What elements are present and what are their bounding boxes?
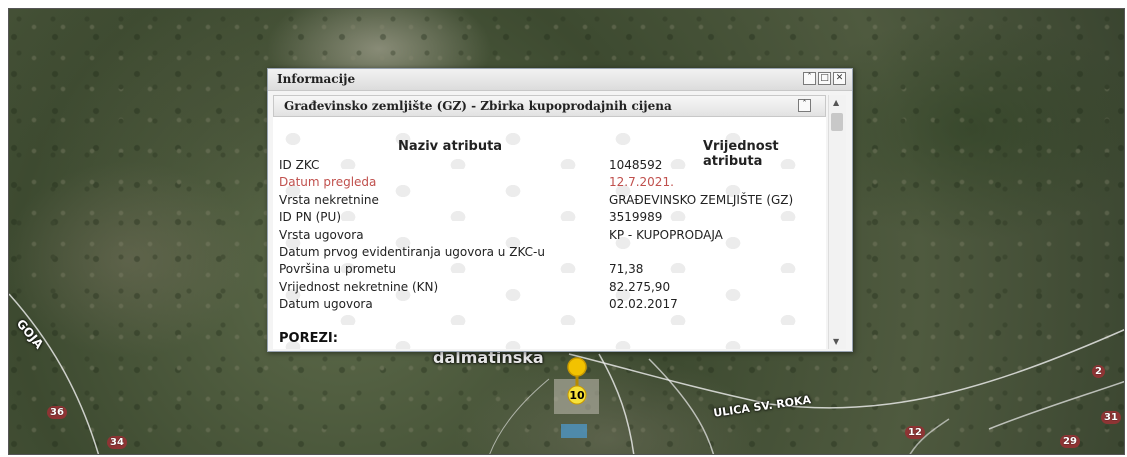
- attribute-row: ID ZKC 1048592: [279, 157, 824, 174]
- section-porezi: POREZI:: [279, 331, 338, 346]
- house-number: 36: [47, 406, 67, 419]
- attribute-name: Vrsta nekretnine: [279, 192, 379, 207]
- attribute-row: Datum prvog evidentiranja ugovora u ZKC-…: [279, 244, 824, 261]
- maximize-icon[interactable]: □: [818, 72, 831, 85]
- scroll-thumb[interactable]: [831, 113, 843, 131]
- attribute-row: Površina u prometu 71,38: [279, 261, 824, 278]
- panel-collapse-icon[interactable]: ˆ: [798, 99, 811, 112]
- panel-title: Građevinsko zemljište (GZ) - Zbirka kupo…: [284, 99, 672, 113]
- attribute-row: Vrsta nekretnine GRAĐEVINSKO ZEMLJIŠTE (G…: [279, 192, 824, 209]
- scroll-down-icon[interactable]: ▼: [833, 337, 839, 346]
- attribute-row: ID PN (PU) 3519989: [279, 209, 824, 226]
- house-number: 31: [1101, 411, 1121, 424]
- close-icon[interactable]: ✕: [833, 72, 846, 85]
- attribute-value: GRAĐEVINSKO ZEMLJIŠTE (GZ): [609, 192, 794, 207]
- house-number: 12: [905, 426, 925, 439]
- pin-number: 10: [569, 389, 585, 402]
- house-number: 34: [107, 436, 127, 449]
- attribute-value: KP - KUPOPRODAJA: [609, 227, 723, 242]
- attribute-name: Datum prvog evidentiranja ugovora u ZKC-…: [279, 244, 545, 259]
- column-header-name: Naziv atributa: [398, 139, 503, 154]
- info-window[interactable]: Informacije ˆ □ ✕ Građevinsko zemljište …: [267, 68, 853, 352]
- window-tools: ˆ □ ✕: [803, 72, 846, 85]
- attribute-name: Datum pregleda: [279, 175, 377, 190]
- attribute-value: 02.02.2017: [609, 297, 678, 312]
- attribute-name: Datum ugovora: [279, 297, 373, 312]
- attribute-value: 82.275,90: [609, 279, 671, 294]
- scroll-up-icon[interactable]: ▲: [833, 98, 839, 107]
- attribute-name: ID ZKC: [279, 158, 320, 172]
- attribute-content: Naziv atributa Vrijednost atributa ID ZK…: [273, 117, 826, 349]
- house-number: 29: [1060, 435, 1080, 448]
- attribute-value: 12.7.2021.: [609, 175, 674, 190]
- info-window-title: Informacije: [277, 72, 356, 86]
- attribute-rows: ID ZKC 1048592 Datum pregleda 12.7.2021. V…: [279, 157, 824, 314]
- attribute-name: Vrsta ugovora: [279, 227, 364, 242]
- attribute-value: 1048592: [609, 158, 663, 172]
- attribute-row: Vrijednost nekretnine (KN) 82.275,90: [279, 279, 824, 296]
- house-number: 2: [1092, 365, 1105, 378]
- map-frame[interactable]: GOJA dalmatinska ULICA SV. ROKA 36 34 2 …: [8, 8, 1125, 455]
- attribute-name: Površina u prometu: [279, 262, 396, 277]
- attribute-value: 71,38: [609, 262, 644, 277]
- panel-header[interactable]: Građevinsko zemljište (GZ) - Zbirka kupo…: [273, 95, 826, 117]
- attribute-name: ID PN (PU): [279, 210, 342, 225]
- attribute-name: Vrijednost nekretnine (KN): [279, 279, 439, 294]
- info-window-header[interactable]: Informacije ˆ □ ✕: [268, 69, 852, 91]
- attribute-value: 3519989: [609, 210, 663, 225]
- attribute-row: Datum ugovora 02.02.2017: [279, 296, 824, 313]
- attribute-row: Vrsta ugovora KP - KUPOPRODAJA: [279, 227, 824, 244]
- attribute-row: Datum pregleda 12.7.2021.: [279, 174, 824, 191]
- collapse-up-icon[interactable]: ˆ: [803, 72, 816, 85]
- content-scrollbar[interactable]: ▲ ▼: [828, 95, 846, 349]
